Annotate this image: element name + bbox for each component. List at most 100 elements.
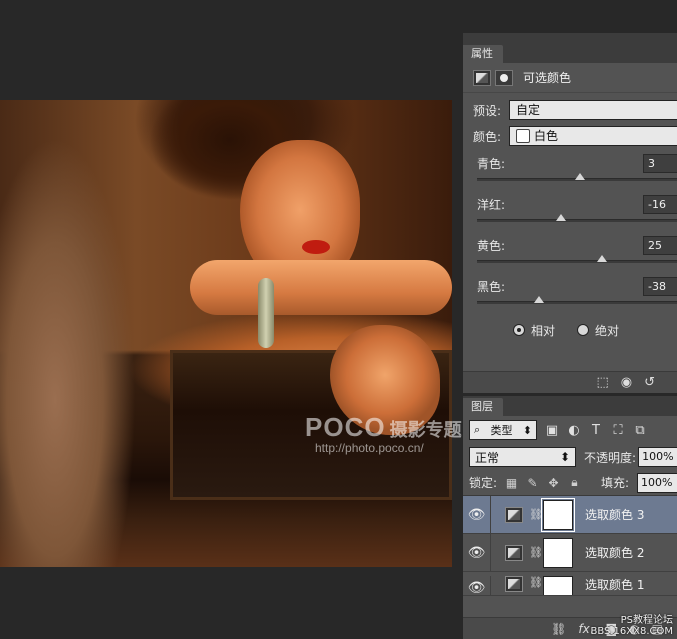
- selective-color-icon: [505, 576, 523, 592]
- lock-image-icon[interactable]: ✎: [526, 476, 539, 490]
- layer-mask-thumbnail[interactable]: [541, 497, 575, 532]
- slider-label: 黑色:: [477, 280, 506, 294]
- slider-value-input[interactable]: 3: [643, 154, 677, 173]
- site-credit-watermark: PS教程论坛 BBS.16XX8.COM: [590, 615, 673, 637]
- layer-name[interactable]: 选取颜色 1: [585, 576, 644, 593]
- poco-watermark: POCO 摄影专题 http://photo.poco.cn/: [305, 412, 462, 455]
- lock-row: 锁定: ▦ ✎ ✥ 🔒︎ 填充: 100%: [463, 470, 677, 496]
- radio-relative-indicator[interactable]: [512, 324, 525, 336]
- kind-filter-label: 类型: [490, 424, 513, 437]
- adjustment-filter-icon[interactable]: ◐: [567, 423, 581, 438]
- slider-thumb[interactable]: [575, 173, 585, 180]
- kind-filter-select[interactable]: ⌕ 类型 ⬍: [469, 420, 537, 440]
- radio-absolute-indicator[interactable]: [577, 324, 589, 336]
- preset-dropdown[interactable]: 自定: [509, 100, 677, 120]
- preset-row: 预设: 自定: [463, 97, 677, 123]
- stepper-icon: ⬍: [559, 450, 571, 464]
- link-layers-icon[interactable]: ⛓: [551, 622, 566, 636]
- watermark-url: http://photo.poco.cn/: [315, 441, 424, 455]
- tab-properties[interactable]: 属性: [463, 45, 503, 63]
- layer-row[interactable]: 👁︎ ⛓ 选取颜色 1: [463, 572, 677, 596]
- slider-value-input[interactable]: -38: [643, 277, 677, 296]
- layer-name[interactable]: 选取颜色 2: [585, 544, 644, 561]
- type-filter-icon[interactable]: T: [589, 423, 603, 438]
- slider-thumb[interactable]: [556, 214, 566, 221]
- white-swatch-icon: [516, 129, 530, 143]
- colors-dropdown[interactable]: 白色: [509, 126, 677, 146]
- eye-icon[interactable]: 👁︎: [463, 533, 491, 572]
- colors-row: 颜色: 白色: [463, 123, 677, 149]
- slider-thumb[interactable]: [534, 296, 544, 303]
- slider-label: 黄色:: [477, 239, 506, 253]
- adjustment-title-row: 可选颜色: [463, 63, 677, 93]
- view-previous-icon[interactable]: ◉: [621, 375, 632, 390]
- colors-label: 颜色:: [473, 129, 502, 144]
- slider-track[interactable]: [477, 255, 677, 263]
- properties-header: 属性: [463, 43, 677, 63]
- link-icon[interactable]: ⛓: [529, 508, 543, 521]
- selective-color-icon[interactable]: [473, 69, 491, 86]
- preset-value: 自定: [516, 103, 541, 117]
- clip-to-layer-icon[interactable]: ⬚: [596, 375, 608, 390]
- pixel-filter-icon[interactable]: ▣: [545, 423, 559, 438]
- photo-canvas[interactable]: [0, 100, 452, 567]
- preset-label: 预设:: [473, 103, 502, 118]
- watermark-title: 摄影专题: [389, 420, 462, 440]
- layer-row[interactable]: 👁︎ ⛓ 选取颜色 3: [463, 495, 677, 534]
- method-radio-group: 相对 绝对: [463, 313, 677, 347]
- lock-position-icon[interactable]: ✥: [547, 476, 560, 490]
- radio-absolute-label: 绝对: [595, 323, 620, 338]
- blend-row: 正常 ⬍ 不透明度: 100%: [463, 444, 677, 470]
- link-icon[interactable]: ⛓: [529, 576, 543, 589]
- layer-row[interactable]: 👁︎ ⛓ 选取颜色 2: [463, 533, 677, 572]
- fill-input[interactable]: 100%: [637, 472, 677, 493]
- photo-lips: [302, 240, 330, 254]
- radio-absolute[interactable]: 绝对: [577, 322, 619, 339]
- adjustment-title: 可选颜色: [523, 71, 572, 85]
- layers-header: 图层: [463, 396, 677, 416]
- slider-thumb[interactable]: [597, 255, 607, 262]
- search-icon: ⌕: [474, 423, 481, 436]
- slider-yellow: 黄色: 25: [463, 231, 677, 272]
- lock-all-icon[interactable]: 🔒︎: [568, 475, 581, 490]
- layer-mask-thumbnail[interactable]: [543, 537, 573, 568]
- slider-magenta: 洋红: -16: [463, 190, 677, 231]
- radio-relative-label: 相对: [530, 323, 555, 338]
- slider-track[interactable]: [477, 173, 677, 181]
- tab-layers[interactable]: 图层: [463, 398, 503, 416]
- lock-transparent-icon[interactable]: ▦: [505, 476, 518, 490]
- layers-panel: 图层 ⌕ 类型 ⬍ ▣ ◐ T ⛶ ⧉ 正常 ⬍ 不透明度: 100% 锁定: …: [463, 396, 677, 639]
- eye-icon[interactable]: 👁︎: [463, 576, 491, 595]
- opacity-label: 不透明度:: [584, 450, 637, 465]
- blend-mode-select[interactable]: 正常 ⬍: [469, 447, 577, 467]
- shape-filter-icon[interactable]: ⛶: [611, 423, 625, 438]
- layers-filter-row: ⌕ 类型 ⬍ ▣ ◐ T ⛶ ⧉: [463, 416, 677, 444]
- stepper-icon: ⬍: [522, 423, 532, 437]
- layer-name[interactable]: 选取颜色 3: [585, 506, 644, 523]
- layer-mask-thumbnail[interactable]: [543, 576, 573, 595]
- slider-label: 洋红:: [477, 198, 506, 212]
- colors-value: 白色: [534, 129, 559, 143]
- photo-arm: [190, 260, 452, 315]
- slider-track[interactable]: [477, 296, 677, 304]
- photo-bangle: [258, 278, 274, 348]
- credit-line-1: PS教程论坛: [620, 615, 673, 626]
- slider-value-input[interactable]: -16: [643, 195, 677, 214]
- slider-black: 黑色: -38: [463, 272, 677, 313]
- blend-mode-value: 正常: [475, 450, 500, 465]
- reset-icon[interactable]: ↺: [644, 375, 655, 390]
- radio-relative[interactable]: 相对: [512, 322, 555, 339]
- eye-icon[interactable]: 👁︎: [463, 495, 491, 534]
- link-icon[interactable]: ⛓: [529, 546, 543, 559]
- slider-track[interactable]: [477, 214, 677, 222]
- opacity-input[interactable]: 100%: [638, 447, 677, 467]
- layer-mask-icon[interactable]: [495, 69, 513, 86]
- properties-footer: ⬚ ◉ ↺: [463, 371, 677, 393]
- slider-value-input[interactable]: 25: [643, 236, 677, 255]
- smart-object-filter-icon[interactable]: ⧉: [633, 423, 647, 438]
- selective-color-icon: [505, 506, 523, 523]
- watermark-brand: POCO: [305, 412, 386, 442]
- properties-panel: 属性 可选颜色 预设: 自定 颜色: 白色 青色: 3 洋红: -16 黄色: …: [463, 33, 677, 393]
- selective-color-icon: [505, 544, 523, 561]
- slider-label: 青色:: [477, 157, 506, 171]
